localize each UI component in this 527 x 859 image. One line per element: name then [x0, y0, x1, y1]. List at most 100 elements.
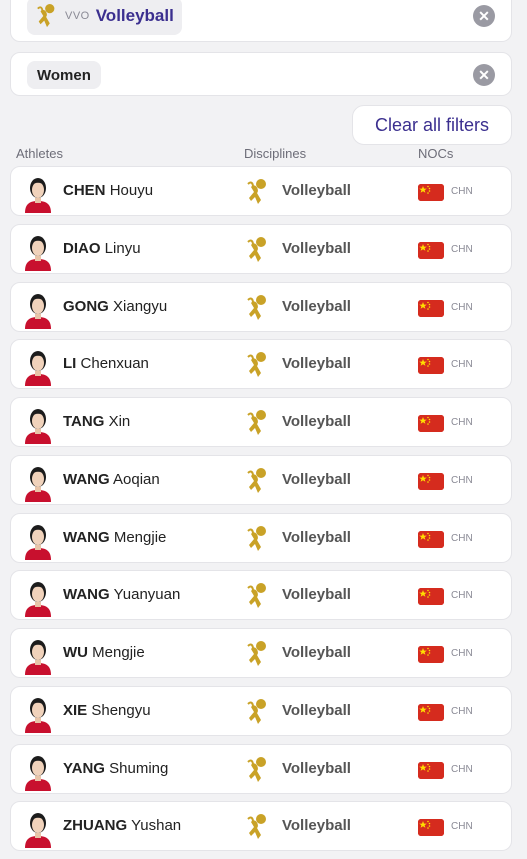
volleyball-pictogram-icon [247, 698, 266, 724]
china-flag-icon [418, 472, 444, 490]
clear-discipline-button[interactable]: ✕ [473, 5, 495, 27]
noc-code: CHN [451, 705, 473, 717]
athlete-row[interactable]: TANG Xin Volleyball CHN [10, 397, 512, 447]
volleyball-pictogram-icon [247, 352, 266, 378]
athlete-last-name: LI [63, 355, 77, 373]
athlete-first-name: Yuanyuan [113, 586, 181, 604]
volleyball-pictogram-icon [247, 467, 266, 493]
china-flag-icon [418, 241, 444, 259]
noc-code: CHN [451, 590, 473, 602]
discipline-name: Volleyball [282, 413, 351, 430]
noc-code: CHN [451, 474, 473, 486]
athlete-avatar [23, 633, 53, 675]
athlete-avatar [23, 749, 53, 791]
noc-code: CHN [451, 359, 473, 371]
athlete-avatar [23, 402, 53, 444]
athlete-row[interactable]: ZHUANG Yushan Volleyball CHN [10, 801, 512, 852]
gender-chip[interactable]: Women [27, 61, 101, 89]
gender-filter: Women ✕ [10, 52, 512, 96]
athlete-row[interactable]: XIE Shengyu Volleyball CHN [10, 685, 512, 736]
athlete-avatar [23, 229, 53, 271]
volleyball-pictogram-icon [247, 525, 266, 551]
clear-gender-button[interactable]: ✕ [473, 64, 495, 86]
athlete-last-name: GONG [63, 297, 109, 315]
discipline-name: Volleyball [282, 644, 351, 661]
athlete-first-name: Chenxuan [80, 355, 149, 373]
china-flag-icon [418, 299, 444, 317]
volleyball-pictogram-icon [37, 4, 55, 28]
athlete-last-name: WANG [63, 528, 110, 546]
column-header-disciplines: Disciplines [244, 146, 307, 161]
athlete-row[interactable]: WANG Aoqian Volleyball CHN [10, 454, 512, 505]
athlete-last-name: YANG [63, 759, 105, 777]
china-flag-icon [418, 184, 444, 201]
athlete-name: WANG Yuanyuan [63, 586, 180, 603]
discipline-name: Volleyball [282, 470, 351, 488]
noc-code: CHN [451, 648, 473, 659]
athlete-row[interactable]: WANG Yuanyuan Volleyball CHN [10, 570, 512, 621]
volleyball-pictogram-icon [247, 410, 266, 435]
china-flag-icon [418, 530, 444, 548]
athlete-last-name: WANG [63, 586, 110, 604]
athlete-last-name: WANG [63, 470, 110, 488]
athlete-first-name: Mengjie [113, 528, 167, 546]
athlete-last-name: WU [63, 644, 88, 661]
athlete-avatar [23, 171, 53, 213]
athlete-row[interactable]: CHEN Houyu Volleyball CHN [10, 166, 512, 216]
volleyball-pictogram-icon [247, 236, 266, 262]
discipline-name: Volleyball [282, 182, 351, 199]
discipline-name: Volleyball [282, 701, 351, 719]
discipline-label: Volleyball [95, 6, 174, 25]
athlete-first-name: Xin [108, 413, 131, 430]
athlete-row[interactable]: DIAO Linyu Volleyball CHN [10, 223, 512, 274]
volleyball-pictogram-icon [247, 179, 266, 204]
athlete-name: DIAO Linyu [63, 240, 141, 257]
athlete-last-name: ZHUANG [63, 817, 128, 835]
noc-code: CHN [451, 532, 473, 544]
china-flag-icon [418, 357, 444, 375]
athlete-name: GONG Xiangyu [63, 298, 167, 315]
athlete-avatar [23, 806, 53, 849]
athlete-first-name: Aoqian [113, 470, 160, 488]
china-flag-icon [418, 646, 444, 663]
close-icon: ✕ [478, 7, 490, 24]
athlete-name: ZHUANG Yushan [63, 817, 181, 834]
athlete-row[interactable]: YANG Shuming Volleyball CHN [10, 743, 512, 794]
athlete-avatar [23, 691, 53, 733]
china-flag-icon [418, 588, 444, 606]
athlete-name: YANG Shuming [63, 760, 168, 777]
athlete-avatar [23, 287, 53, 329]
china-flag-icon [418, 703, 444, 721]
noc-code: CHN [451, 243, 473, 255]
discipline-name: Volleyball [282, 355, 351, 373]
athlete-row[interactable]: WU Mengjie Volleyball CHN [10, 628, 512, 678]
athlete-first-name: Shengyu [91, 701, 151, 719]
noc-code: CHN [451, 821, 473, 833]
discipline-chip[interactable]: VVO Volleyball [27, 0, 182, 35]
discipline-name: Volleyball [282, 759, 351, 777]
athlete-last-name: XIE [63, 701, 88, 719]
noc-code: CHN [451, 301, 473, 313]
clear-all-filters-button[interactable]: Clear all filters [352, 105, 512, 145]
athlete-last-name: DIAO [63, 239, 101, 257]
athlete-first-name: Yushan [131, 817, 182, 835]
athlete-avatar [23, 344, 53, 387]
athlete-avatar [23, 518, 53, 560]
china-flag-icon [418, 761, 444, 779]
volleyball-pictogram-icon [247, 814, 266, 840]
athlete-first-name: Shuming [109, 759, 169, 777]
athlete-first-name: Linyu [104, 239, 141, 257]
athlete-row[interactable]: GONG Xiangyu Volleyball CHN [10, 281, 512, 332]
close-icon: ✕ [478, 66, 490, 83]
noc-code: CHN [451, 417, 473, 428]
gender-label: Women [37, 66, 91, 84]
volleyball-pictogram-icon [247, 756, 266, 782]
athlete-row[interactable]: WANG Mengjie Volleyball CHN [10, 512, 512, 563]
athlete-name: LI Chenxuan [63, 355, 149, 372]
athlete-last-name: CHEN [63, 182, 106, 199]
noc-code: CHN [451, 186, 473, 197]
discipline-name: Volleyball [282, 528, 351, 546]
athlete-row[interactable]: LI Chenxuan Volleyball CHN [10, 339, 512, 390]
discipline-name: Volleyball [282, 297, 351, 315]
athlete-first-name: Xiangyu [113, 297, 168, 315]
